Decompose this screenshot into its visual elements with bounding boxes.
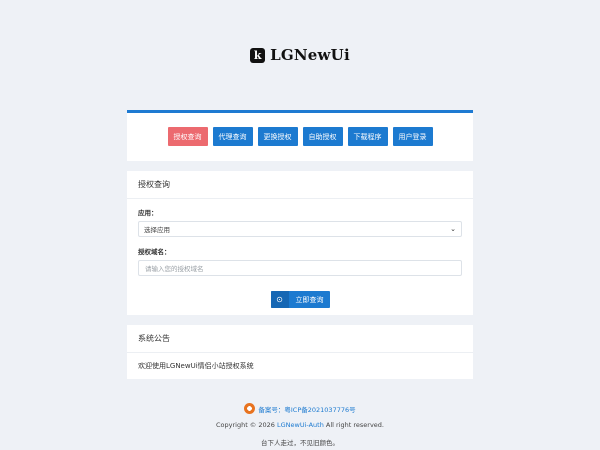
nav-button-user-login[interactable]: 用户登录 bbox=[392, 127, 433, 146]
query-submit-button[interactable]: ⊙ 立即查询 bbox=[270, 291, 330, 308]
app-select-value: 选择应用 bbox=[144, 226, 170, 234]
query-submit-label: 立即查询 bbox=[295, 295, 324, 304]
copyright-prefix: Copyright © 2026 bbox=[215, 421, 277, 429]
nav-button-row: 授权查询 代理查询 更换授权 自助授权 下载程序 用户登录 bbox=[127, 127, 473, 146]
notice-title: 系统公告 bbox=[127, 325, 473, 353]
copyright-suffix: All right reserved. bbox=[323, 421, 384, 429]
beian-icon bbox=[244, 403, 256, 414]
footer-quote: 台下人走过，不见旧颜色。 bbox=[261, 439, 339, 447]
chevron-down-icon: ⌄ bbox=[450, 225, 456, 233]
footer-beian: 备案号：粤ICP备2021037776号 bbox=[0, 403, 600, 414]
license-query-card: 授权查询 应用： 选择应用 ⌄ 授权域名： 请输入您的授权域名 ⊙ 立即查询 bbox=[127, 171, 473, 315]
check-circle-icon: ⊙ bbox=[270, 291, 289, 308]
nav-card: 授权查询 代理查询 更换授权 自助授权 下载程序 用户登录 bbox=[127, 110, 473, 161]
nav-button-change-license[interactable]: 更换授权 bbox=[257, 127, 298, 146]
logo-icon: k bbox=[250, 47, 266, 63]
beian-link[interactable]: 备案号：粤ICP备2021037776号 bbox=[258, 404, 355, 414]
domain-field-label: 授权域名： bbox=[138, 248, 171, 256]
app-field-label: 应用： bbox=[138, 209, 158, 217]
nav-button-self-license[interactable]: 自助授权 bbox=[302, 127, 343, 146]
notice-content: 欢迎使用LGNewUi情侣小站授权系统 bbox=[138, 362, 254, 370]
brand-name: LGNewUi bbox=[270, 46, 350, 64]
notice-card: 系统公告 欢迎使用LGNewUi情侣小站授权系统 bbox=[127, 325, 473, 379]
domain-input[interactable]: 请输入您的授权域名 bbox=[138, 260, 462, 276]
license-query-title: 授权查询 bbox=[127, 171, 473, 199]
brand-logo: k LGNewUi bbox=[0, 46, 600, 64]
copyright-link[interactable]: LGNewUi-Auth bbox=[277, 421, 324, 429]
nav-button-agent-query[interactable]: 代理查询 bbox=[212, 127, 253, 146]
nav-button-download[interactable]: 下载程序 bbox=[347, 127, 388, 146]
app-select[interactable]: 选择应用 ⌄ bbox=[138, 221, 462, 237]
footer-copyright: Copyright © 2026 LGNewUi-Auth All right … bbox=[0, 421, 600, 429]
nav-button-license-query[interactable]: 授权查询 bbox=[167, 127, 208, 146]
